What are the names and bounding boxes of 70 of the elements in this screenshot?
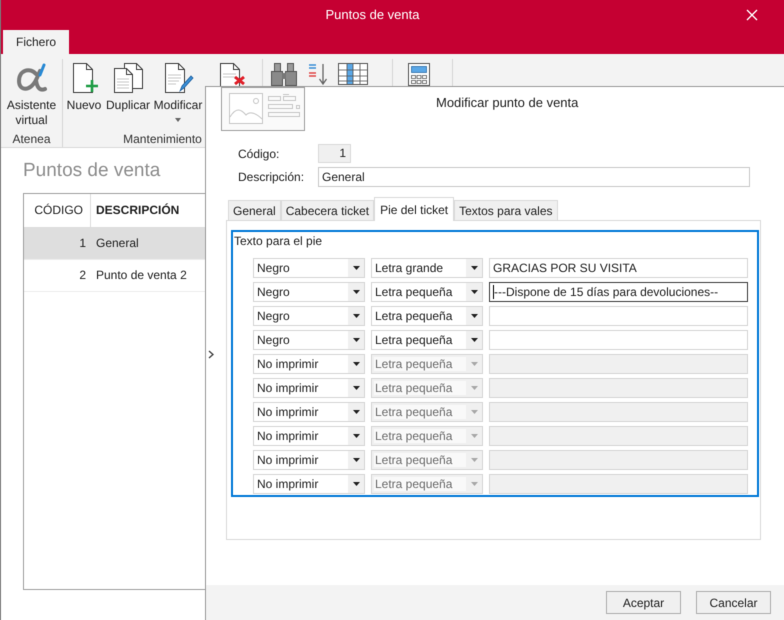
dropdown-arrow-icon [470,266,478,270]
close-icon[interactable] [746,9,758,21]
dropdown-arrow-icon [470,362,478,366]
dropdown-arrow-icon [470,314,478,318]
dropdown-arrow-icon [470,290,478,294]
tab[interactable]: Pie del ticket [374,197,454,221]
text-field[interactable]: GRACIAS POR SU VISITA [489,258,748,278]
duplicate-button[interactable]: Duplicar [103,62,153,113]
dropdown-arrow-icon [352,266,360,270]
dialog-button[interactable]: Aceptar [606,591,681,614]
dialog-button[interactable]: Cancelar [696,591,771,614]
column-header[interactable]: CÓDIGO [24,194,91,227]
field-label: Código: [238,146,280,162]
dropdown-arrow-icon [470,410,478,414]
calculator-icon[interactable] [407,62,431,86]
table-cell-text: 1 [78,235,87,252]
dropdown-arrow-icon [352,410,360,414]
dialog-title: Modificar punto de venta [436,95,578,111]
dropdown-arrow-icon [470,458,478,462]
font-size-dropdown[interactable]: Letra pequeña [371,306,483,326]
table-row[interactable]: 1 General [24,228,205,260]
font-size-dropdown[interactable]: Letra pequeña [371,330,483,350]
new-button[interactable]: Nuevo [65,62,103,113]
dropdown-arrow-icon [352,434,360,438]
window-title: Puntos de venta [326,6,420,24]
group-label: Texto para el pie [233,233,322,249]
binoculars-icon[interactable] [269,62,299,86]
document-delete-icon[interactable] [217,62,247,86]
dropdown-arrow-icon [352,482,360,486]
table-cell-text: General [95,235,140,252]
field-label: Descripción: [238,169,306,186]
table-cell-text: Punto de venta 2 [95,267,188,284]
ribbon-tab[interactable]: Fichero [3,30,70,54]
column-header[interactable]: DESCRIPCIÓN [91,194,205,227]
dropdown-arrow-icon [352,314,360,318]
dropdown-arrow-icon [352,338,360,342]
font-size-dropdown[interactable]: Letra grande [371,258,483,278]
dropdown-arrow-icon [352,458,360,462]
copy-documents-icon [112,62,144,94]
dropdown-arrow-icon [470,338,478,342]
input-field[interactable]: General [318,167,750,187]
dropdown-arrow-icon [470,434,478,438]
ink-dropdown[interactable]: Negro [253,282,365,302]
table-columns-icon[interactable] [337,62,369,86]
text-field[interactable] [489,330,748,350]
font-size-dropdown[interactable]: Letra pequeña [371,282,483,302]
dropdown-arrow-icon [470,386,478,390]
tab[interactable]: Cabecera ticket [280,200,374,220]
ink-dropdown[interactable]: Negro [253,306,365,326]
assistant-button[interactable]: Asistente virtual [2,62,60,128]
dropdown-arrow-icon [352,290,360,294]
sort-icon[interactable] [307,62,329,86]
edit-button[interactable]: Modificar [153,62,203,122]
dropdown-arrow-icon [352,362,360,366]
document-pencil-icon [162,62,194,94]
ink-dropdown[interactable]: Negro [253,330,365,350]
tab[interactable]: General [228,200,281,220]
tab[interactable]: Textos para vales [454,200,558,220]
dropdown-arrow-icon [470,482,478,486]
chevron-right-icon[interactable] [208,350,214,359]
group-label: Atenea [12,132,51,147]
dropdown-arrow-icon [352,386,360,390]
text-field[interactable] [489,306,748,326]
group-label: Mantenimiento [123,132,202,147]
list-title: Puntos de venta [23,160,160,182]
input-field[interactable]: 1 [318,144,351,163]
text-cursor-icon [493,285,494,299]
text-field[interactable]: ---Dispone de 15 días para devoluciones-- [489,282,748,302]
table-cell-text: 2 [78,267,87,284]
ink-dropdown[interactable]: Negro [253,258,365,278]
